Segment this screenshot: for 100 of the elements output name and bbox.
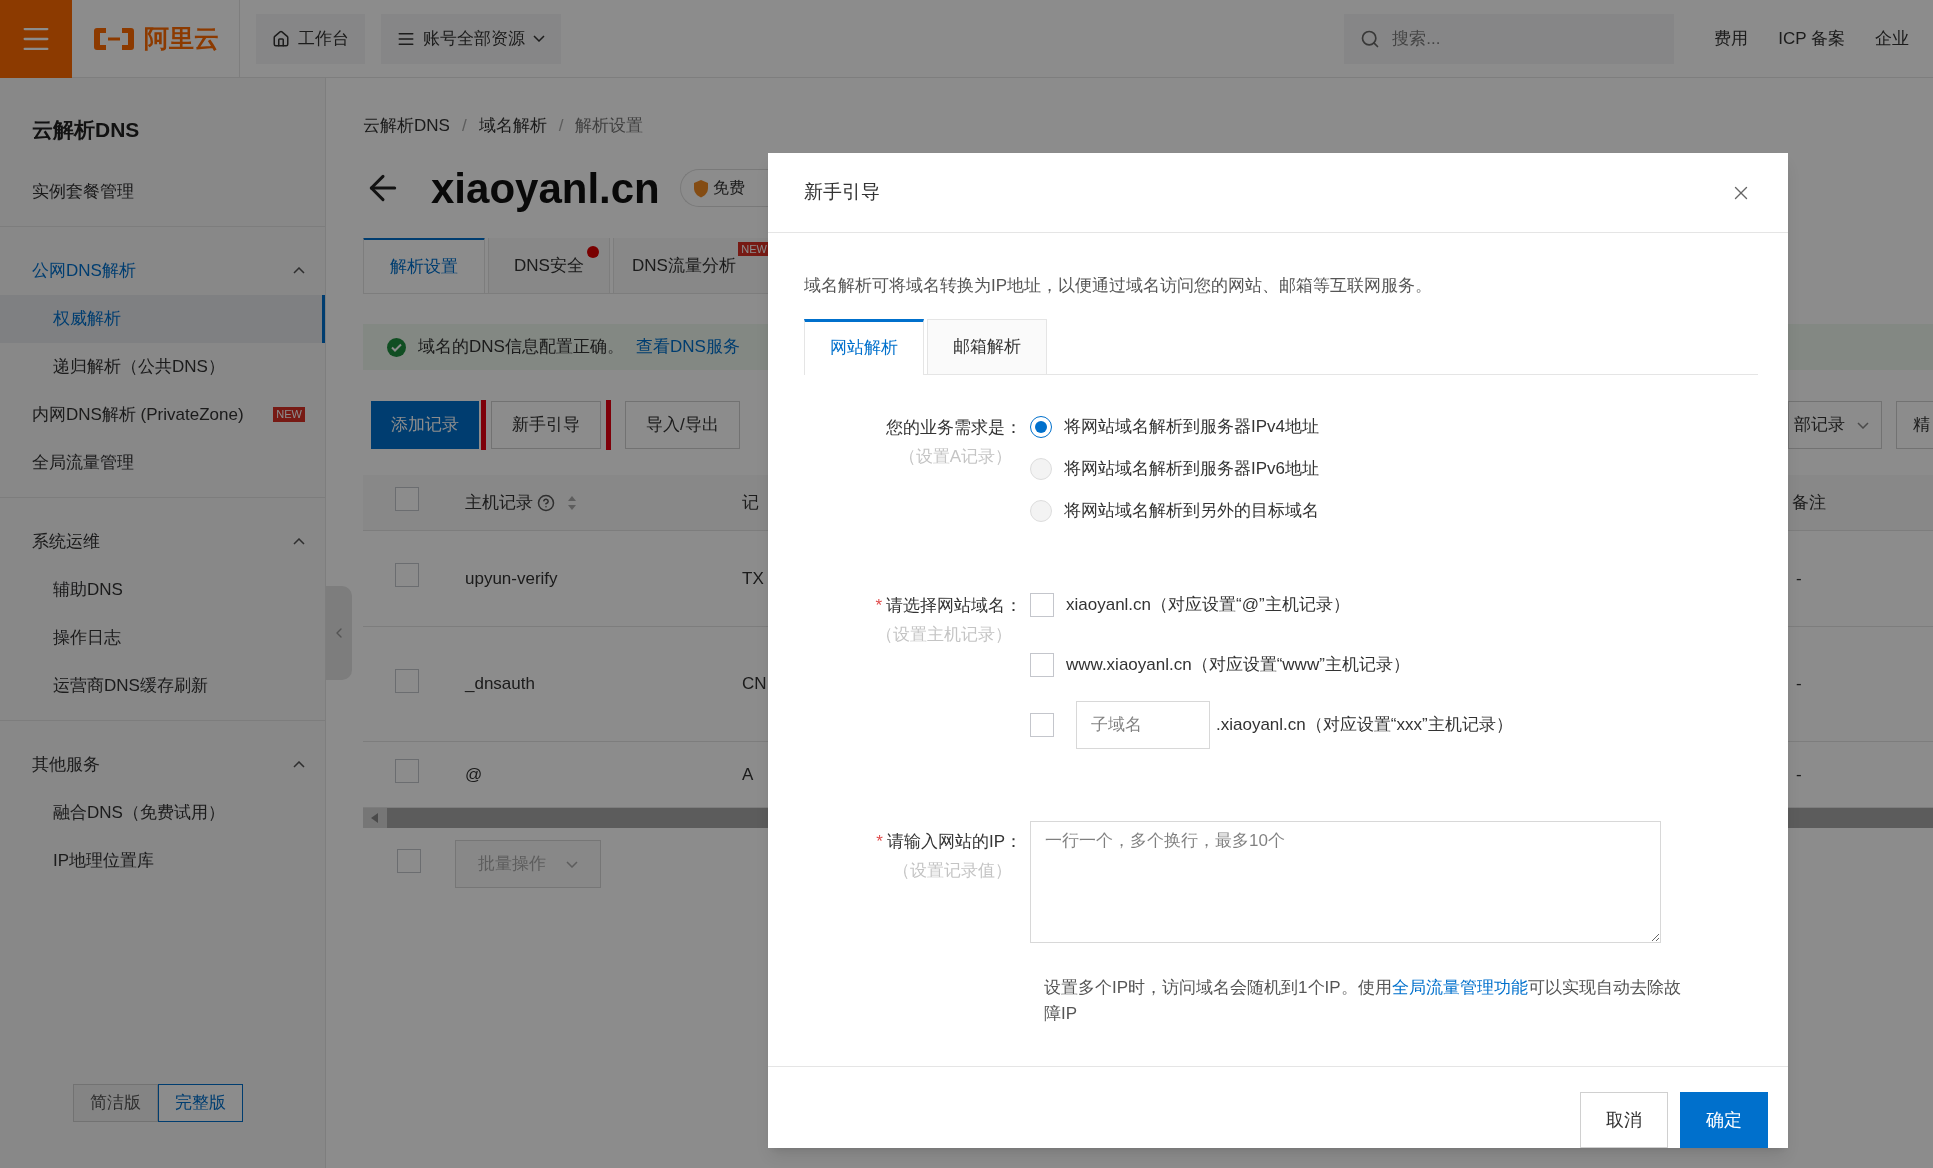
breadcrumb-separator: / [461,114,467,137]
dialog-title: 新手引导 [804,180,881,205]
checkbox[interactable] [1030,652,1054,677]
top-link[interactable]: 费用 [1714,25,1749,52]
checkbox[interactable] [395,759,419,783]
precise-search-button[interactable]: 精 [1896,401,1933,449]
search-field[interactable]: 搜索... [1344,13,1675,64]
table-cell-text: _dnsauth [465,673,535,696]
table-cell-text: TX [742,567,765,590]
option-label: 将网站域名解析到服务器IPv6地址 [1064,457,1320,480]
label-text: 请输入网站的IP： [886,831,1022,851]
top-link[interactable]: 企业 [1875,25,1909,52]
table-cell-text: CN [742,673,768,696]
checkbox[interactable] [1030,592,1054,617]
chevron-down-icon [533,35,545,42]
chevron-up-icon [293,538,305,545]
logo-icon [92,25,136,52]
chevron-up-icon [293,267,305,274]
field-hint: （设置记录值） [892,860,1013,882]
option-label: 将网站域名解析到服务器IPv4地址 [1064,415,1320,438]
table-cell-text: - [1796,763,1802,786]
new-badge: NEW [273,407,305,422]
collapse-handle[interactable] [326,586,352,680]
nav-item[interactable]: 运营商DNS缓存刷新 [0,661,325,710]
checkbox[interactable] [395,487,419,511]
breadcrumb-link[interactable]: 域名解析 [478,112,547,138]
checkbox[interactable] [397,848,421,873]
column-header: 备注 [1792,491,1826,514]
option-label: .xiaoyanl.cn（对应设置“xxx”主机记录） [1216,713,1513,736]
table-cell-text: A [742,763,755,786]
logo-text: 阿里云 [144,22,219,54]
cancel-button[interactable]: 取消 [1580,1092,1668,1148]
subdomain-input-field[interactable]: 子域名 [1076,700,1210,749]
tab[interactable]: 邮箱解析 [927,318,1047,375]
new-badge: NEW [738,242,768,256]
nav-item[interactable]: 全局流量管理 [0,438,325,487]
chevron-down-icon [566,860,578,868]
option-label: xiaoyanl.cn（对应设置“@”主机记录） [1066,593,1350,616]
nav-group-header[interactable]: 其他服务 [0,740,325,789]
toolbar-button[interactable]: 新手引导 [491,401,601,449]
hint-paragraph: 设置多个IP时，访问域名会随机到1个IP。使用全局流量管理功能可以实现自动去除故障IP [1044,976,1682,1025]
option-label: www.xiaoyanl.cn（对应设置“www”主机记录） [1066,653,1410,676]
table-cell-text: - [1796,567,1802,590]
required-mark: * [875,595,882,615]
table-cell-text: @ [465,763,483,786]
workbench-button[interactable]: 工作台 [256,13,365,64]
nav-item[interactable]: 融合DNS（免费试用） [0,788,325,837]
nav-group-header[interactable]: 系统运维 [0,517,325,566]
chevron-down-icon [1857,421,1869,429]
label-text: 您的业务需求是： [886,417,1022,437]
alert-message: 域名的DNS信息配置正确。 [418,336,624,359]
tab[interactable]: DNS安全 [488,238,610,293]
option-label: 将网站域名解析到另外的目标域名 [1064,499,1319,522]
nav-item[interactable]: 内网DNS解析 (PrivateZone) NEW [0,390,325,439]
link[interactable]: 全局流量管理功能 [1391,977,1528,997]
breadcrumb-link[interactable]: 解析设置 [575,112,644,138]
dialog-description: 域名解析可将域名转换为IP地址，以便通过域名访问您的网站、邮箱等互联网服务。 [804,275,1434,297]
record-type-dropdown[interactable]: 部记录 [1788,401,1882,449]
top-link[interactable]: ICP 备案 [1778,25,1845,52]
search-icon [1360,28,1381,49]
nav-item[interactable]: IP地理位置库 [0,836,325,885]
checkbox[interactable] [395,668,419,693]
table-cell-text: upyun-verify [465,567,558,590]
table-cell-text: - [1796,673,1802,696]
add-record-button[interactable]: 添加记录 [371,401,479,449]
version-toggle[interactable]: 简洁版 [73,1084,158,1122]
nav-group-header[interactable]: 公网DNS解析 [0,246,325,295]
radio-button[interactable] [1030,415,1052,438]
sort-icon[interactable] [567,494,577,511]
nav-item[interactable]: 权威解析 [0,294,325,343]
ip-input-field[interactable]: 一行一个，多个换行，最多10个 [1030,820,1661,943]
sidebar-title: 云解析DNS [31,117,141,143]
label-text: 请选择网站域名： [886,595,1022,615]
breadcrumb-separator: / [558,114,564,137]
tab[interactable]: 网站解析 [804,318,924,375]
success-icon [387,337,406,357]
version-toggle[interactable]: 完整版 [158,1084,243,1122]
nav-item[interactable]: 操作日志 [0,613,325,662]
help-icon[interactable] [537,493,555,512]
scroll-left-icon[interactable] [371,813,379,823]
house-icon [272,29,290,48]
domain-title: xiaoyanl.cn [431,163,660,214]
checkbox[interactable] [395,563,419,587]
checkbox[interactable] [1030,712,1054,737]
required-mark: * [876,831,883,851]
confirm-button[interactable]: 确定 [1680,1092,1768,1148]
chevron-up-icon [293,761,305,768]
column-header: 主机记录 [465,491,533,514]
toolbar-button[interactable]: 导入/导出 [625,401,740,449]
menu-button[interactable] [0,0,72,78]
field-hint: （设置A记录） [897,446,1013,468]
tab[interactable]: 解析设置 [363,238,485,293]
resources-dropdown[interactable]: 账号全部资源 [381,13,561,64]
tab[interactable]: DNS流量分析 NEW [613,238,768,293]
field-hint: （设置主机记录） [875,624,1013,646]
nav-item[interactable]: 实例套餐管理 [0,167,325,216]
alert-link[interactable]: 查看DNS服务 [635,334,740,360]
breadcrumb-link[interactable]: 云解析DNS [363,112,450,138]
column-header: 记 [742,491,760,514]
nav-item[interactable]: 辅助DNS [0,565,325,614]
